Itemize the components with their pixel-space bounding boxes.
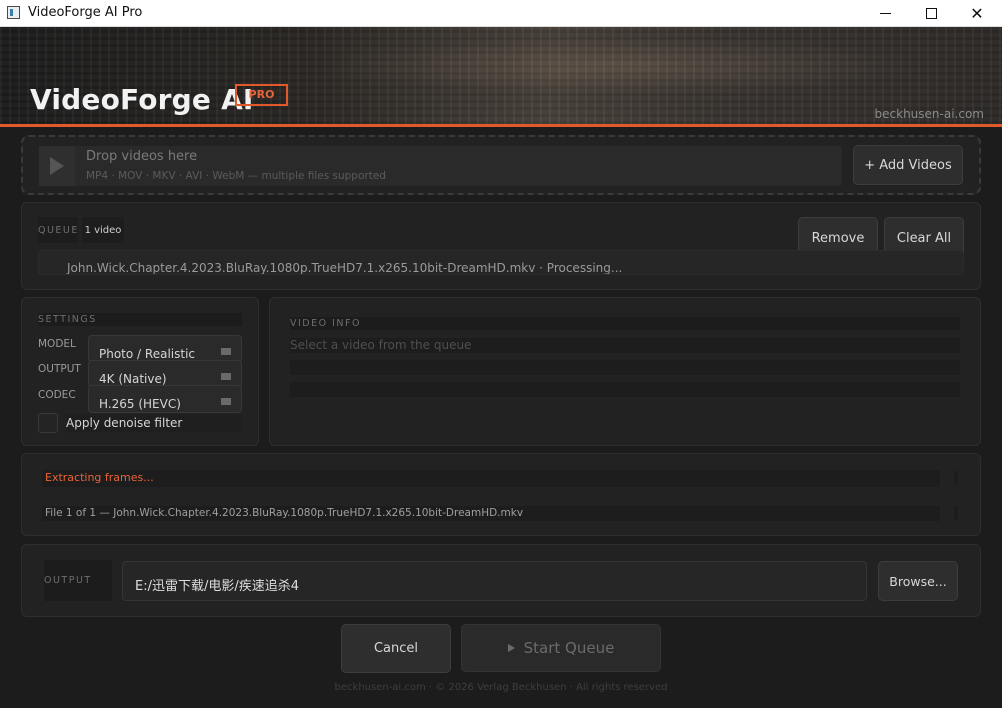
- video-info-row: [290, 382, 960, 397]
- dropdown-arrow-icon: [221, 398, 231, 405]
- cancel-button[interactable]: Cancel: [341, 624, 451, 673]
- model-value: Photo / Realistic: [99, 347, 195, 361]
- start-queue-label: Start Queue: [523, 639, 615, 657]
- output-path-label: OUTPUT: [44, 560, 112, 601]
- progress-indicator: [954, 471, 958, 485]
- dropdown-arrow-icon: [221, 348, 231, 355]
- dropdown-arrow-icon: [221, 373, 231, 380]
- play-icon: [507, 644, 515, 652]
- add-videos-button[interactable]: + Add Videos: [853, 145, 963, 185]
- queue-label: QUEUE: [38, 217, 78, 243]
- settings-header: SETTINGS: [38, 313, 242, 326]
- progress-indicator: [954, 506, 958, 520]
- output-path-input[interactable]: E:/迅雷下载/电影/疾速追杀4: [122, 561, 867, 601]
- denoise-checkbox[interactable]: [38, 413, 58, 433]
- minimize-button[interactable]: [862, 0, 908, 27]
- progress-file-row: File 1 of 1 — John.Wick.Chapter.4.2023.B…: [42, 506, 940, 521]
- drop-zone[interactable]: Drop videos here MP4 · MOV · MKV · AVI ·…: [21, 135, 981, 195]
- codec-value: H.265 (HEVC): [99, 397, 181, 411]
- brand-title: VideoForge AI: [30, 83, 254, 116]
- start-queue-button[interactable]: Start Queue: [461, 624, 661, 672]
- queue-count: 1 video: [82, 217, 124, 243]
- codec-label: CODEC: [38, 389, 76, 401]
- video-info-placeholder-row: Select a video from the queue: [290, 338, 960, 353]
- footer-text: beckhusen-ai.com · © 2026 Verlag Beckhus…: [334, 682, 668, 693]
- output-label: OUTPUT: [38, 363, 81, 375]
- close-button[interactable]: ✕: [954, 0, 1000, 27]
- video-info-row: [290, 360, 960, 375]
- queue-item-text: John.Wick.Chapter.4.2023.BluRay.1080p.Tr…: [67, 261, 623, 275]
- video-info-placeholder: Select a video from the queue: [290, 338, 472, 352]
- output-select[interactable]: 4K (Native): [88, 360, 242, 388]
- maximize-button[interactable]: [908, 0, 954, 27]
- output-panel: OUTPUT E:/迅雷下载/电影/疾速追杀4 Browse...: [21, 544, 981, 617]
- drop-title: Drop videos here: [86, 149, 198, 164]
- title-bar: VideoForge AI Pro ✕: [0, 0, 1002, 27]
- video-info-header: VIDEO INFO: [290, 317, 960, 330]
- drop-formats: MP4 · MOV · MKV · AVI · WebM — multiple …: [86, 170, 386, 182]
- pro-badge: PRO: [235, 84, 288, 106]
- settings-panel: SETTINGS MODEL Photo / Realistic OUTPUT …: [21, 297, 259, 446]
- play-icon: [50, 157, 64, 175]
- header-site-link: beckhusen-ai.com: [874, 107, 984, 121]
- close-icon: ✕: [970, 4, 984, 23]
- progress-status-row: Extracting frames...: [42, 470, 940, 487]
- accent-divider: [0, 124, 1002, 127]
- codec-select[interactable]: H.265 (HEVC): [88, 385, 242, 413]
- model-label: MODEL: [38, 338, 76, 350]
- browse-button[interactable]: Browse...: [878, 561, 958, 601]
- drop-video-icon: [39, 146, 75, 186]
- denoise-label[interactable]: Apply denoise filter: [66, 414, 242, 432]
- progress-panel: Extracting frames... File 1 of 1 — John.…: [21, 453, 981, 536]
- app-icon: [7, 6, 20, 19]
- window-title: VideoForge AI Pro: [28, 5, 143, 20]
- queue-item[interactable]: John.Wick.Chapter.4.2023.BluRay.1080p.Tr…: [38, 250, 964, 275]
- minimize-icon: [879, 13, 891, 14]
- queue-panel: QUEUE 1 video Remove Clear All John.Wick…: [21, 202, 981, 290]
- maximize-icon: [925, 8, 937, 19]
- drop-zone-inner: Drop videos here MP4 · MOV · MKV · AVI ·…: [39, 146, 842, 186]
- progress-status: Extracting frames...: [45, 471, 154, 484]
- progress-file: File 1 of 1 — John.Wick.Chapter.4.2023.B…: [45, 507, 524, 519]
- header-banner: VideoForge AI PRO beckhusen-ai.com: [0, 27, 1002, 124]
- output-path-value: E:/迅雷下载/电影/疾速追杀4: [135, 579, 300, 594]
- output-value: 4K (Native): [99, 372, 167, 386]
- video-info-panel: VIDEO INFO Select a video from the queue: [269, 297, 981, 446]
- model-select[interactable]: Photo / Realistic: [88, 335, 242, 363]
